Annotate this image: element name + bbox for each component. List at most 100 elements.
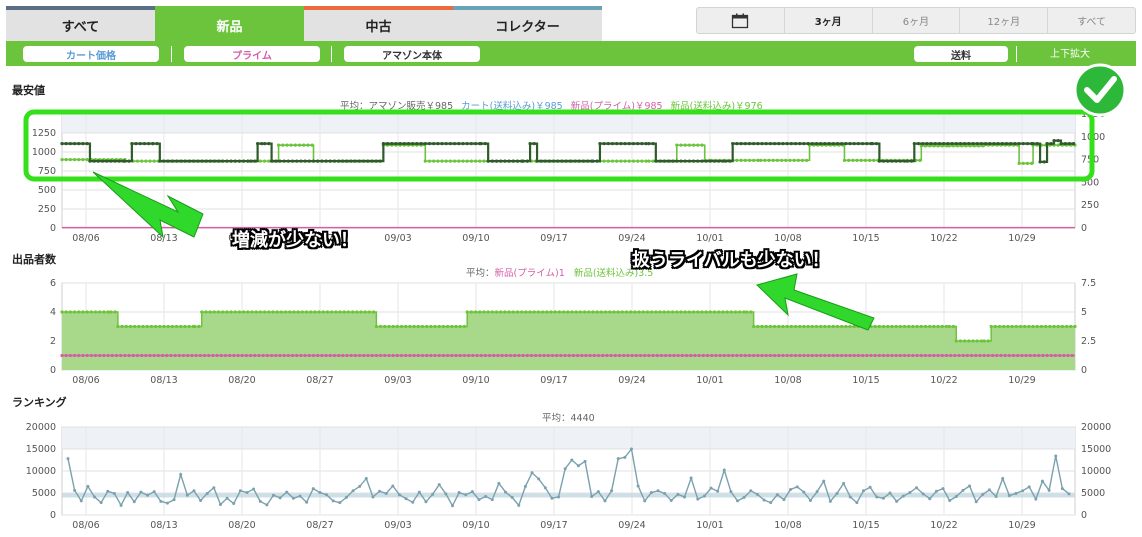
- series-amazon-point: [290, 159, 295, 163]
- series-amazon-point: [123, 159, 127, 163]
- series-new-shipping-point: [881, 324, 886, 329]
- series-new-shipping-point: [986, 339, 990, 343]
- series-new-shipping-point: [285, 143, 289, 147]
- series-new-shipping-point: [989, 324, 993, 329]
- series-prime-point: [207, 353, 211, 358]
- series-amazon-point: [712, 159, 717, 163]
- series-amazon-point: [886, 159, 890, 163]
- x-tick-label: 10/08: [774, 233, 801, 244]
- y-tick-label: 1250: [32, 128, 56, 139]
- series-prime-point: [919, 353, 923, 358]
- series-prime-point: [634, 353, 638, 358]
- series-new-shipping-point: [444, 159, 448, 163]
- series-ranking-point: [464, 493, 468, 497]
- y-tick-label: 4: [50, 307, 56, 318]
- series-prime-point: [257, 353, 261, 358]
- series-new-shipping-point: [355, 310, 359, 314]
- series-prime-point: [1058, 353, 1062, 358]
- series-prime-point: [995, 353, 999, 358]
- series-amazon-point: [229, 159, 233, 163]
- series-amazon-point: [162, 159, 166, 163]
- series-prime-point: [362, 353, 366, 358]
- series-amazon-point: [406, 142, 411, 146]
- series-prime-point: [244, 353, 249, 358]
- series-new-shipping-point: [309, 310, 313, 314]
- series-amazon-point: [768, 142, 773, 146]
- series-prime-point: [295, 353, 299, 358]
- series-prime-point: [609, 353, 613, 358]
- series-amazon-point: [700, 159, 704, 163]
- series-new-shipping-point: [433, 324, 437, 329]
- series-ranking-point: [755, 492, 759, 496]
- series-amazon-point: [831, 142, 835, 146]
- series-prime-point: [1049, 353, 1053, 358]
- series-amazon-point: [581, 159, 585, 163]
- series-prime-point: [848, 353, 852, 358]
- series-new-shipping-point: [145, 324, 149, 329]
- series-prime-point: [890, 353, 894, 358]
- series-amazon-point: [225, 159, 229, 163]
- series-amazon-point: [894, 159, 898, 163]
- series-amazon-point: [127, 159, 131, 163]
- series-amazon-point: [390, 142, 394, 146]
- y-tick-label: 10000: [26, 466, 56, 477]
- y2-tick-label: 5000: [1081, 488, 1105, 499]
- series-new-shipping-point: [465, 159, 469, 163]
- series-new-shipping-point: [687, 143, 691, 147]
- series-new-shipping-point: [602, 159, 606, 163]
- series-new-shipping-point: [911, 324, 915, 329]
- series-amazon-point: [1025, 142, 1030, 146]
- series-new-shipping-point: [800, 158, 805, 162]
- series-ranking-point: [159, 499, 163, 503]
- series-new-shipping-point: [1052, 324, 1056, 329]
- series-amazon-point: [916, 142, 921, 146]
- series-ranking-point: [1040, 479, 1044, 483]
- series-prime-point: [672, 353, 676, 358]
- series-amazon-point: [68, 142, 72, 146]
- series-prime-point: [785, 353, 789, 358]
- series-new-shipping-point: [254, 310, 258, 314]
- series-prime-point: [1020, 353, 1024, 358]
- series-prime-point: [944, 353, 949, 358]
- series-prime-point: [303, 353, 307, 358]
- series-new-shipping-point: [700, 143, 704, 147]
- series-prime-point: [496, 353, 500, 358]
- series-ranking-point: [477, 498, 481, 502]
- series-prime-point: [655, 353, 659, 358]
- series-new-shipping-point: [391, 324, 395, 329]
- series-prime-point: [718, 353, 722, 358]
- series-amazon-point: [1031, 142, 1035, 146]
- series-new-shipping-point: [683, 143, 687, 147]
- series-new-shipping-point: [742, 310, 746, 314]
- series-amazon-point: [679, 159, 683, 163]
- series-amazon-point: [619, 142, 623, 146]
- series-amazon-point: [282, 159, 286, 163]
- series-amazon-point: [585, 159, 589, 163]
- series-ranking-point: [278, 496, 282, 500]
- series-amazon-point: [728, 159, 732, 163]
- series-prime-point: [580, 353, 584, 358]
- series-ranking-point: [238, 489, 242, 493]
- series-ranking-point: [861, 489, 865, 493]
- series-amazon-point: [1009, 142, 1013, 146]
- series-prime-point: [504, 353, 508, 358]
- series-new-shipping-point: [847, 158, 851, 162]
- series-new-shipping-point: [511, 310, 515, 314]
- series-new-shipping-point: [545, 310, 549, 314]
- series-ranking-point: [716, 489, 720, 493]
- series-prime-point: [907, 353, 911, 358]
- series-amazon-point: [902, 159, 907, 163]
- series-new-shipping-point: [749, 310, 753, 314]
- series-amazon-point: [88, 159, 92, 163]
- series-amazon-point: [453, 142, 457, 146]
- series-new-shipping-point: [792, 158, 796, 162]
- series-amazon-point: [623, 142, 627, 146]
- series-prime-point: [957, 353, 961, 358]
- series-new-shipping-point: [733, 310, 738, 314]
- series-ranking-point: [775, 493, 779, 497]
- series-amazon-point: [353, 159, 358, 163]
- series-prime-point: [643, 353, 647, 358]
- series-ranking-point: [126, 491, 130, 495]
- series-amazon-point: [781, 142, 785, 146]
- series-amazon-point: [200, 159, 204, 163]
